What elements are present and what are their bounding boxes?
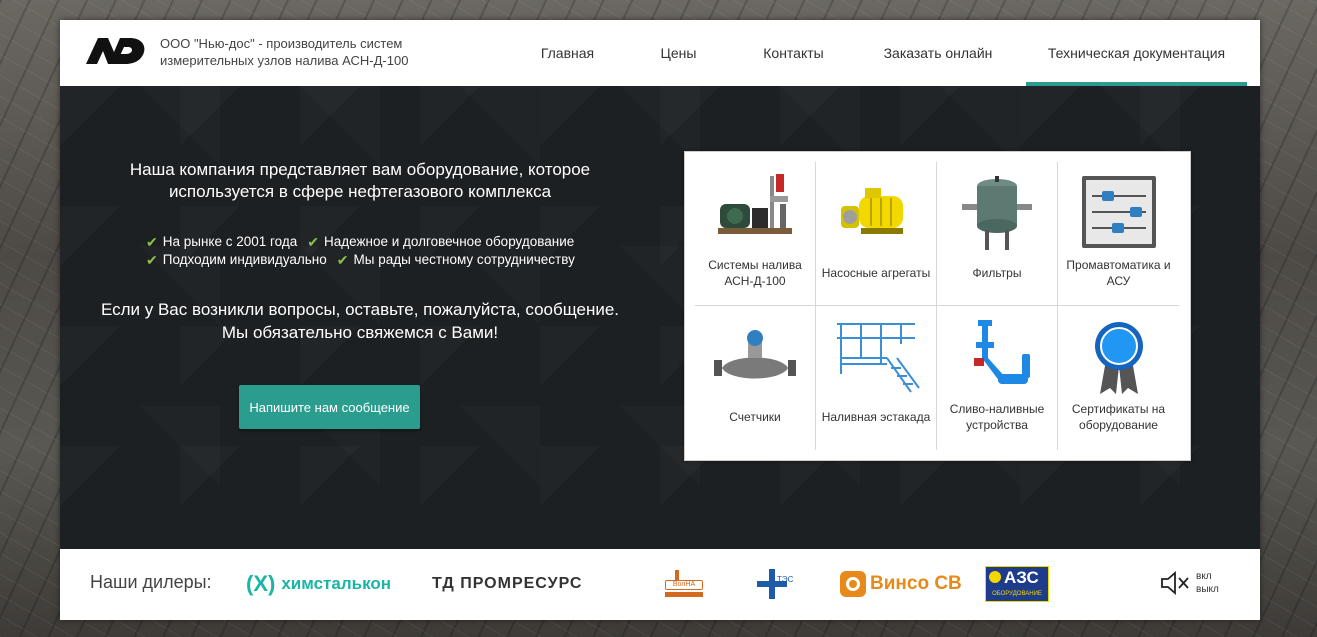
intro-text: Наша компания представляет вам оборудова… — [129, 160, 591, 201]
hero-section: Наша компания представляет вам оборудова… — [60, 86, 1260, 549]
feature-item: ✔ На рынке с 2001 года — [146, 233, 297, 251]
feature-item: ✔ Подходим индивидуально — [146, 251, 327, 269]
product-label: Насосные агрегаты — [821, 266, 931, 280]
product-loading-rack[interactable]: Наливная эстакада — [816, 306, 937, 450]
dealer-volna-logo[interactable]: ВолНА — [665, 566, 703, 602]
product-label: Фильтры — [972, 266, 1022, 280]
nav-item-home[interactable]: Главная — [515, 20, 620, 86]
newdos-logo[interactable] — [84, 34, 146, 68]
feature-label: Мы рады честному сотрудничеству — [353, 252, 575, 267]
dealer-name: ТД ПРОМРЕСУРС — [432, 575, 583, 592]
dealer-name: химсталькон — [281, 574, 392, 593]
check-icon: ✔ — [146, 234, 158, 250]
pump-icon — [841, 188, 903, 234]
product-automation[interactable]: Промавтоматика и АСУ — [1058, 162, 1179, 306]
dealer-subname: ОБОРУДОВАНИЕ — [992, 591, 1042, 597]
feature-item: ✔ Мы рады честному сотрудничеству — [337, 251, 575, 269]
product-label: Сертификаты на оборудование — [1071, 402, 1166, 432]
product-label: Сливо-наливные устройства — [949, 402, 1045, 432]
check-icon: ✔ — [307, 234, 319, 250]
dealers-bar: Наши дилеры: (X) химсталькон ТД ПРОМРЕСУ… — [60, 549, 1260, 620]
product-filters[interactable]: Фильтры — [937, 162, 1058, 306]
himstalkon-icon: (X) — [246, 571, 276, 596]
sound-toggle[interactable]: вкл выкл — [1160, 570, 1219, 596]
dealer-name: ВолНА — [665, 580, 703, 590]
product-label: Наливная эстакада — [821, 410, 931, 424]
write-message-button[interactable]: Напишите нам сообщение — [239, 385, 420, 429]
filter-icon — [962, 176, 1032, 250]
dealer-name: Винсо СВ — [870, 573, 962, 594]
dealer-himstalkon-logo[interactable]: (X) химсталькон — [246, 566, 391, 602]
sound-on-label[interactable]: вкл — [1196, 570, 1219, 583]
contact-invitation: Если у Вас возникли вопросы, оставьте, п… — [100, 300, 620, 342]
check-icon: ✔ — [146, 252, 158, 268]
tes-icon: ТЭС — [757, 569, 797, 599]
nav-item-prices[interactable]: Цены — [620, 20, 737, 86]
product-pumps[interactable]: Насосные агрегаты — [816, 162, 937, 306]
filling-system-icon — [718, 174, 792, 234]
product-filling-systems[interactable]: Системы налива АСН-Д-100 — [695, 162, 816, 306]
product-label: Счетчики — [729, 410, 781, 424]
product-label: Системы налива АСН-Д-100 — [708, 258, 802, 288]
feature-row: ✔ На рынке с 2001 года ✔ Надежное и долгов… — [146, 233, 616, 251]
feature-list: ✔ На рынке с 2001 года ✔ Надежное и долгов… — [146, 233, 616, 269]
nav-item-tech-docs[interactable]: Техническая документация — [1026, 20, 1247, 86]
dealer-tes-logo[interactable]: ТЭС — [757, 566, 797, 602]
feature-row: ✔ Подходим индивидуально ✔ Мы рады честном… — [146, 251, 616, 269]
feature-label: Надежное и долговечное оборудование — [323, 234, 575, 249]
volna-icon: ВолНА — [665, 570, 703, 598]
speaker-mute-icon — [1161, 571, 1189, 595]
sound-off-label[interactable]: выкл — [1196, 583, 1219, 596]
product-label: Промавтоматика и АСУ — [1066, 258, 1171, 288]
product-catalog: Системы налива АСН-Д-100 Насосные агрега… — [684, 151, 1191, 461]
loading-arm-icon — [974, 320, 1030, 384]
azs-icon: АЗС ОБОРУДОВАНИЕ — [985, 566, 1049, 602]
dealer-azs-logo[interactable]: АЗС ОБОРУДОВАНИЕ — [985, 566, 1049, 602]
certificate-icon — [1094, 322, 1143, 394]
dealer-promresurs-logo[interactable]: ТД ПРОМРЕСУРС — [432, 566, 582, 602]
sound-labels: вкл выкл — [1196, 570, 1219, 596]
nav-item-label: Контакты — [763, 45, 824, 61]
flow-meter-icon — [714, 330, 796, 379]
dealers-label: Наши дилеры: — [90, 572, 212, 592]
site-header: ООО "Нью-дос" - производитель систем изм… — [60, 20, 1260, 86]
automation-icon — [1081, 176, 1156, 248]
nav-item-label: Техническая документация — [1047, 45, 1226, 61]
product-loading-arms[interactable]: Сливо-наливные устройства — [937, 306, 1058, 450]
nav-item-contacts[interactable]: Контакты — [737, 20, 850, 86]
nav-item-order-online[interactable]: Заказать онлайн — [850, 20, 1026, 86]
dealer-name: ТЭС — [777, 575, 794, 584]
site-frame: ООО "Нью-дос" - производитель систем изм… — [60, 20, 1260, 620]
nav-item-label: Заказать онлайн — [883, 45, 993, 61]
main-nav: Главная Цены Контакты Заказать онлайн Те… — [515, 20, 1247, 86]
dealer-vinso-logo[interactable]: Винсо СВ — [840, 566, 962, 602]
feature-label: Подходим индивидуально — [162, 252, 327, 267]
company-description: ООО "Нью-дос" - производитель систем изм… — [160, 36, 409, 68]
feature-item: ✔ Надежное и долговечное оборудование — [307, 233, 574, 251]
feature-label: На рынке с 2001 года — [162, 234, 298, 249]
nav-item-label: Цены — [660, 45, 697, 61]
product-meters[interactable]: Счетчики — [695, 306, 816, 450]
loading-rack-icon — [837, 323, 920, 393]
vinso-icon — [840, 571, 866, 597]
product-certificates[interactable]: Сертификаты на оборудование — [1058, 306, 1179, 450]
nav-item-label: Главная — [540, 45, 595, 61]
dealer-name: АЗС — [1004, 568, 1039, 587]
check-icon: ✔ — [336, 252, 349, 268]
